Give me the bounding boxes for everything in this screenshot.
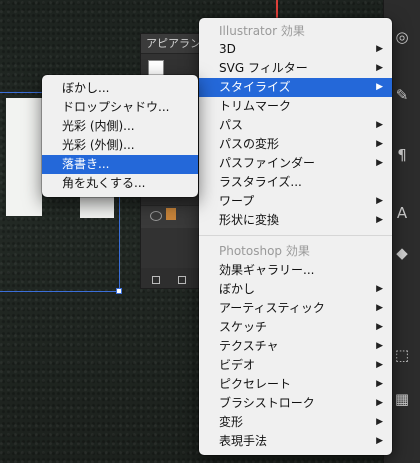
chevron-right-icon: ▶ [376, 139, 383, 149]
chevron-right-icon: ▶ [376, 63, 383, 73]
chevron-right-icon: ▶ [376, 379, 383, 389]
layers-icon[interactable]: ◎ [393, 28, 411, 46]
menu-separator [199, 235, 392, 236]
clear-appearance-button[interactable] [152, 276, 160, 284]
layers-stack-icon[interactable]: ◆ [393, 244, 411, 262]
photoshop-effects-header: Photoshop 効果 [219, 244, 310, 258]
menu-item-artistic[interactable]: アーティスティック ▶ [199, 299, 392, 318]
submenu-item-round-corners[interactable]: 角を丸くする... [42, 174, 198, 193]
pen-tool-icon[interactable]: ✎ [393, 86, 411, 104]
chevron-right-icon: ▶ [376, 398, 383, 408]
chevron-right-icon: ▶ [376, 120, 383, 130]
selection-handle[interactable] [116, 288, 122, 294]
menu-item-convert-to-shape[interactable]: 形状に変換 ▶ [199, 211, 392, 230]
menu-item-sketch[interactable]: スケッチ ▶ [199, 318, 392, 337]
document-edge-line [276, 0, 278, 18]
artboard-icon[interactable]: ▦ [393, 390, 411, 408]
effect-indicator-icon [166, 208, 176, 220]
selection-bound-bottom [0, 291, 120, 292]
chevron-right-icon: ▶ [376, 360, 383, 370]
menu-item-warp[interactable]: ワープ ▶ [199, 192, 392, 211]
menu-item-3d[interactable]: 3D ▶ [199, 40, 392, 59]
visibility-eye-icon[interactable] [150, 211, 162, 221]
chevron-right-icon: ▶ [376, 158, 383, 168]
menu-item-texture[interactable]: テクスチャ ▶ [199, 337, 392, 356]
stylize-submenu: ぼかし... ドロップシャドウ... 光彩 (内側)... 光彩 (外側)...… [42, 75, 198, 197]
menu-item-pixelate[interactable]: ピクセレート ▶ [199, 375, 392, 394]
menu-item-stylize-ps[interactable]: 表現手法 ▶ [199, 432, 392, 451]
illustrator-effects-header: Illustrator 効果 [219, 24, 305, 38]
chevron-right-icon: ▶ [376, 44, 383, 54]
chevron-right-icon: ▶ [376, 322, 383, 332]
menu-item-effect-gallery[interactable]: 効果ギャラリー... [199, 261, 392, 280]
submenu-item-feather[interactable]: ぼかし... [42, 79, 198, 98]
chevron-right-icon: ▶ [376, 215, 383, 225]
chevron-right-icon: ▶ [376, 436, 383, 446]
chevron-right-icon: ▶ [376, 417, 383, 427]
chevron-right-icon: ▶ [376, 196, 383, 206]
chevron-right-icon: ▶ [376, 303, 383, 313]
submenu-item-inner-glow[interactable]: 光彩 (内側)... [42, 117, 198, 136]
menu-item-svg-filter[interactable]: SVG フィルター ▶ [199, 59, 392, 78]
menu-item-stylize[interactable]: スタイライズ ▶ [199, 78, 392, 97]
crop-icon[interactable]: ⬚ [393, 346, 411, 364]
menu-item-video[interactable]: ビデオ ▶ [199, 356, 392, 375]
menu-item-distort-transform[interactable]: パスの変形 ▶ [199, 135, 392, 154]
artwork-letter-shape[interactable] [6, 98, 42, 216]
chevron-right-icon: ▶ [376, 82, 383, 92]
menu-item-path[interactable]: パス ▶ [199, 116, 392, 135]
menu-item-distort[interactable]: 変形 ▶ [199, 413, 392, 432]
submenu-item-drop-shadow[interactable]: ドロップシャドウ... [42, 98, 198, 117]
menu-item-brush-strokes[interactable]: ブラシストローク ▶ [199, 394, 392, 413]
character-icon[interactable]: A [393, 204, 411, 222]
menu-item-trim-marks[interactable]: トリムマーク [199, 97, 392, 116]
chevron-right-icon: ▶ [376, 284, 383, 294]
menu-item-blur[interactable]: ぼかし ▶ [199, 280, 392, 299]
submenu-item-scribble[interactable]: 落書き... [42, 155, 198, 174]
add-effect-button[interactable] [178, 276, 186, 284]
selection-bound-top [0, 92, 42, 93]
submenu-item-outer-glow[interactable]: 光彩 (外側)... [42, 136, 198, 155]
effect-menu: Illustrator 効果 3D ▶ SVG フィルター ▶ スタイライズ ▶ トリ… [199, 18, 392, 455]
menu-item-pathfinder[interactable]: パスファインダー ▶ [199, 154, 392, 173]
chevron-right-icon: ▶ [376, 341, 383, 351]
paragraph-icon[interactable]: ¶ [393, 146, 411, 164]
appearance-fill-swatch[interactable] [148, 60, 164, 76]
menu-item-rasterize[interactable]: ラスタライズ... [199, 173, 392, 192]
